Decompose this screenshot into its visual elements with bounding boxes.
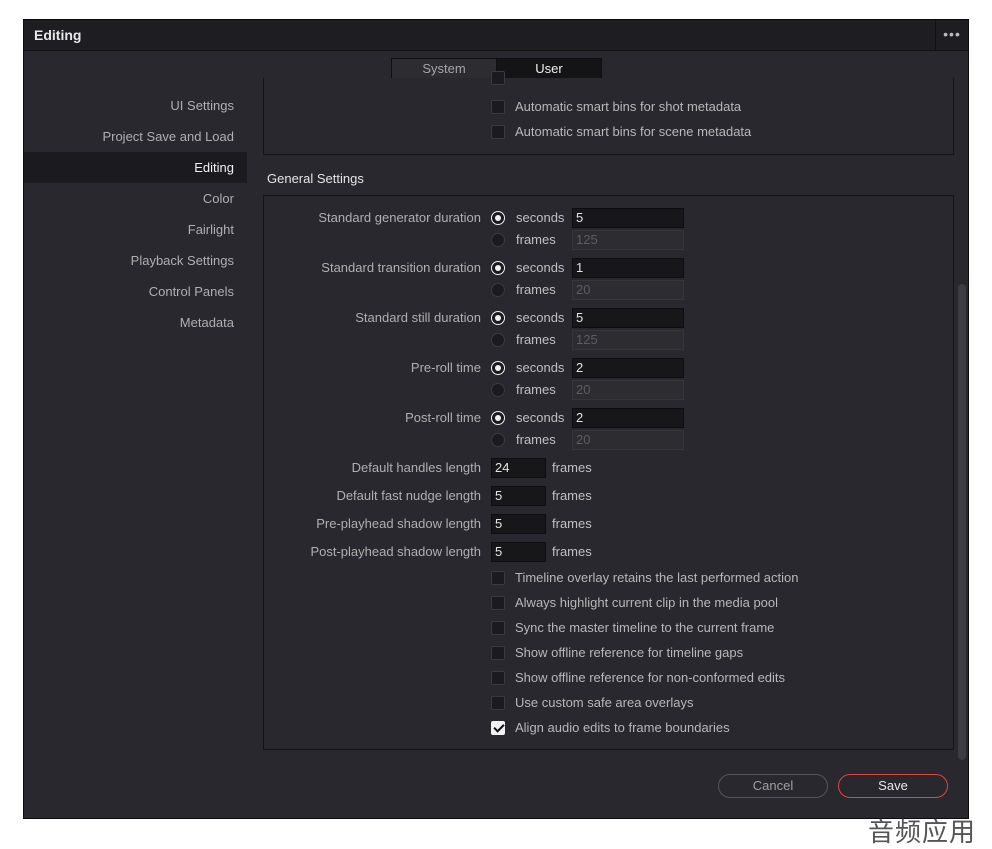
transition-seconds-input[interactable]: 1 xyxy=(572,258,684,278)
label-offline-reference-nonconformed: Show offline reference for non-conformed… xyxy=(515,670,786,685)
unit-frames: frames xyxy=(552,460,592,475)
label-smart-bins-scene: Automatic smart bins for scene metadata xyxy=(515,124,752,139)
label-fast-nudge-length: Default fast nudge length xyxy=(336,488,481,503)
default-handles-length-input[interactable]: 24 xyxy=(491,458,546,478)
partial-checkbox xyxy=(491,71,505,85)
radio-generator-seconds[interactable] xyxy=(491,211,505,225)
label-post-roll-time: Post-roll time xyxy=(405,410,481,425)
label-pre-playhead-shadow-length: Pre-playhead shadow length xyxy=(316,516,481,531)
still-frames-input: 125 xyxy=(572,330,684,350)
checkbox-custom-safe-area[interactable] xyxy=(491,696,505,710)
vertical-scrollbar[interactable] xyxy=(958,284,966,760)
label-still-duration: Standard still duration xyxy=(355,310,481,325)
checkbox-sync-master-timeline[interactable] xyxy=(491,621,505,635)
checkbox-offline-reference-gaps[interactable] xyxy=(491,646,505,660)
sidebar-item-color[interactable]: Color xyxy=(24,183,247,214)
label-align-audio-edits: Align audio edits to frame boundaries xyxy=(515,720,730,735)
label-pre-roll-time: Pre-roll time xyxy=(410,360,481,375)
radio-transition-seconds[interactable] xyxy=(491,261,505,275)
preferences-window: Editing ••• System User UI Settings Proj… xyxy=(23,19,969,819)
radio-pre-roll-frames[interactable] xyxy=(491,383,505,397)
radio-label-seconds: seconds xyxy=(516,260,565,275)
fast-nudge-length-input[interactable]: 5 xyxy=(491,486,546,506)
sidebar-item-metadata[interactable]: Metadata xyxy=(24,307,247,338)
radio-still-frames[interactable] xyxy=(491,333,505,347)
pre-roll-frames-input: 20 xyxy=(572,380,684,400)
more-options-icon[interactable]: ••• xyxy=(935,20,968,50)
watermark-text: 音频应用 xyxy=(868,818,977,848)
cancel-button[interactable]: Cancel xyxy=(718,774,828,798)
unit-frames: frames xyxy=(552,516,592,531)
sidebar-item-editing[interactable]: Editing xyxy=(24,152,247,183)
label-smart-bins-shot: Automatic smart bins for shot metadata xyxy=(515,99,742,114)
radio-label-frames: frames xyxy=(516,232,556,247)
checkbox-smart-bins-scene[interactable] xyxy=(491,125,505,139)
radio-label-seconds: seconds xyxy=(516,310,565,325)
still-seconds-input[interactable]: 5 xyxy=(572,308,684,328)
label-sync-master-timeline: Sync the master timeline to the current … xyxy=(515,620,775,635)
unit-frames: frames xyxy=(552,544,592,559)
post-roll-seconds-input[interactable]: 2 xyxy=(572,408,684,428)
label-default-handles-length: Default handles length xyxy=(351,460,481,475)
sidebar-item-project-save-and-load[interactable]: Project Save and Load xyxy=(24,121,247,152)
save-button[interactable]: Save xyxy=(838,774,948,798)
tab-system[interactable]: System xyxy=(392,59,497,79)
radio-still-seconds[interactable] xyxy=(491,311,505,325)
label-post-playhead-shadow-length: Post-playhead shadow length xyxy=(310,544,481,559)
sidebar-item-playback-settings[interactable]: Playback Settings xyxy=(24,245,247,276)
section-title-general-settings: General Settings xyxy=(267,171,364,186)
label-timeline-overlay: Timeline overlay retains the last perfor… xyxy=(515,570,799,585)
sidebar-item-control-panels[interactable]: Control Panels xyxy=(24,276,247,307)
post-playhead-shadow-length-input[interactable]: 5 xyxy=(491,542,546,562)
radio-label-seconds: seconds xyxy=(516,360,565,375)
checkbox-timeline-overlay[interactable] xyxy=(491,571,505,585)
transition-frames-input: 20 xyxy=(572,280,684,300)
label-transition-duration: Standard transition duration xyxy=(321,260,481,275)
generator-frames-input: 125 xyxy=(572,230,684,250)
generator-seconds-input[interactable]: 5 xyxy=(572,208,684,228)
label-generator-duration: Standard generator duration xyxy=(318,210,481,225)
pre-roll-seconds-input[interactable]: 2 xyxy=(572,358,684,378)
sidebar-item-fairlight[interactable]: Fairlight xyxy=(24,214,247,245)
unit-frames: frames xyxy=(552,488,592,503)
checkbox-align-audio-edits[interactable] xyxy=(491,721,505,735)
radio-pre-roll-seconds[interactable] xyxy=(491,361,505,375)
checkbox-highlight-current-clip[interactable] xyxy=(491,596,505,610)
checkbox-offline-reference-nonconformed[interactable] xyxy=(491,671,505,685)
tab-user[interactable]: User xyxy=(497,59,601,79)
radio-generator-frames[interactable] xyxy=(491,233,505,247)
pre-playhead-shadow-length-input[interactable]: 5 xyxy=(491,514,546,534)
checkbox-smart-bins-shot[interactable] xyxy=(491,100,505,114)
window-title: Editing xyxy=(34,27,82,43)
smart-bins-panel: Automatic smart bins for shot metadata A… xyxy=(263,71,954,155)
radio-label-frames: frames xyxy=(516,432,556,447)
sidebar-item-ui-settings[interactable]: UI Settings xyxy=(24,90,247,121)
title-bar: Editing ••• xyxy=(24,20,968,51)
radio-label-seconds: seconds xyxy=(516,210,565,225)
radio-post-roll-seconds[interactable] xyxy=(491,411,505,425)
radio-label-seconds: seconds xyxy=(516,410,565,425)
general-settings-panel: Standard generator duration seconds 5 fr… xyxy=(263,195,954,750)
post-roll-frames-input: 20 xyxy=(572,430,684,450)
label-custom-safe-area: Use custom safe area overlays xyxy=(515,695,694,710)
radio-post-roll-frames[interactable] xyxy=(491,433,505,447)
radio-transition-frames[interactable] xyxy=(491,283,505,297)
radio-label-frames: frames xyxy=(516,332,556,347)
radio-label-frames: frames xyxy=(516,382,556,397)
label-highlight-current-clip: Always highlight current clip in the med… xyxy=(515,595,779,610)
radio-label-frames: frames xyxy=(516,282,556,297)
label-offline-reference-gaps: Show offline reference for timeline gaps xyxy=(515,645,744,660)
